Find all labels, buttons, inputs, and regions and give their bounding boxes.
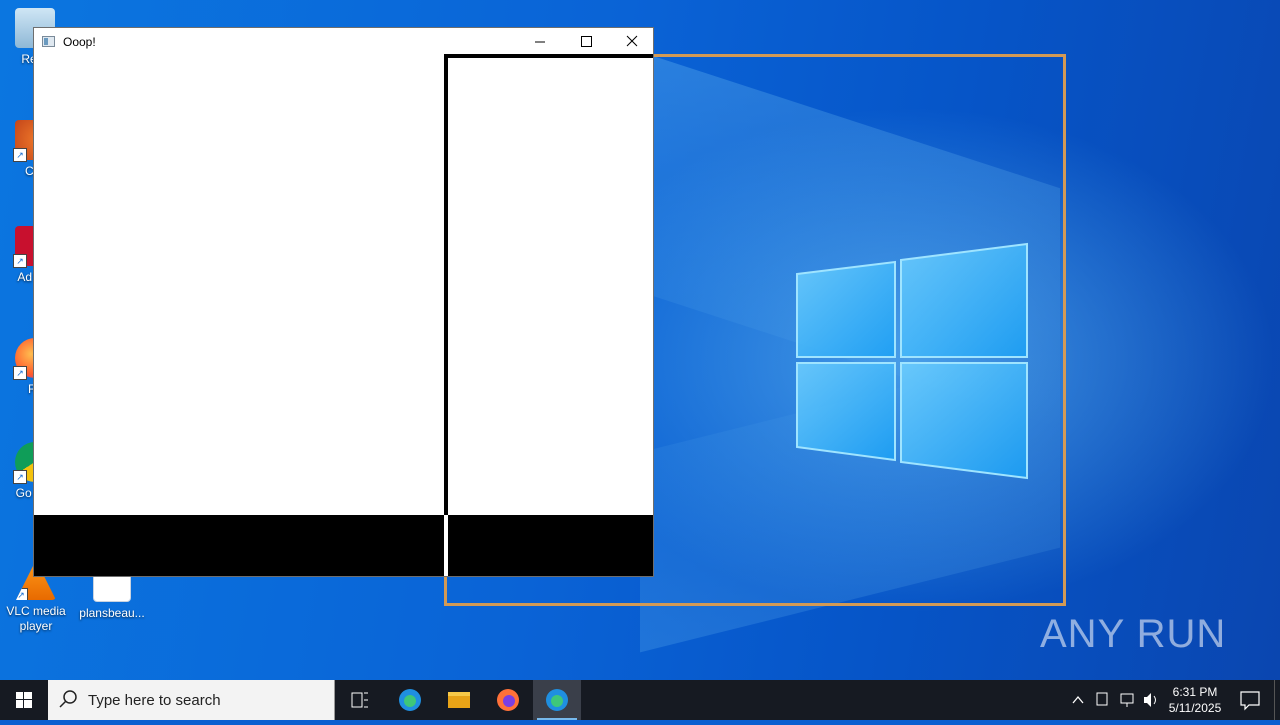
- maximize-button[interactable]: [563, 28, 609, 56]
- show-desktop-button[interactable]: [1274, 680, 1280, 720]
- minimize-icon: [535, 41, 545, 43]
- notification-icon[interactable]: [1236, 680, 1266, 720]
- taskbar: Type here to search 6:31 PM 5/11/2025: [0, 680, 1280, 720]
- white-gap-line: [444, 515, 448, 576]
- anyrun-watermark: ANY RUN: [1040, 612, 1227, 656]
- search-icon: [59, 690, 77, 708]
- task-view-icon: [351, 692, 368, 708]
- taskbar-edge[interactable]: [386, 680, 434, 720]
- taskbar-search-box[interactable]: Type here to search: [48, 680, 335, 720]
- clock-date: 5/11/2025: [1168, 701, 1222, 715]
- task-view-button[interactable]: [336, 680, 384, 720]
- inner-black-frame: [444, 54, 653, 574]
- close-icon: [626, 35, 638, 47]
- firefox-icon: [497, 689, 519, 711]
- minimize-button[interactable]: [517, 28, 563, 56]
- close-button[interactable]: [609, 28, 653, 56]
- taskbar-firefox[interactable]: [484, 680, 532, 720]
- window-title: Ooop!: [63, 35, 96, 49]
- black-bar: [34, 515, 653, 576]
- edge-icon: [546, 689, 568, 711]
- windows-start-icon: [16, 692, 32, 708]
- taskbar-file-explorer[interactable]: [435, 680, 483, 720]
- desktop-icon-label: plansbeau...: [79, 606, 145, 620]
- app-window[interactable]: Ooop!: [33, 27, 654, 577]
- file-explorer-icon: [448, 692, 470, 708]
- system-tray-icons[interactable]: [1068, 680, 1158, 720]
- start-button[interactable]: [0, 680, 48, 720]
- search-placeholder: Type here to search: [88, 692, 221, 709]
- app-icon: [42, 36, 55, 47]
- system-clock[interactable]: 6:31 PM 5/11/2025: [1160, 684, 1230, 716]
- taskbar-edge-active[interactable]: [533, 680, 581, 720]
- desktop-icon-label: VLC media player: [6, 604, 66, 633]
- desktop: Recy ↗ CCl ↗ Ad Acr ↗ Fir ↗ Go Chr ↗ VLC…: [0, 0, 1280, 680]
- title-bar[interactable]: Ooop!: [34, 28, 653, 56]
- maximize-icon: [581, 36, 592, 47]
- edge-icon: [399, 689, 421, 711]
- clock-time: 6:31 PM: [1172, 685, 1218, 699]
